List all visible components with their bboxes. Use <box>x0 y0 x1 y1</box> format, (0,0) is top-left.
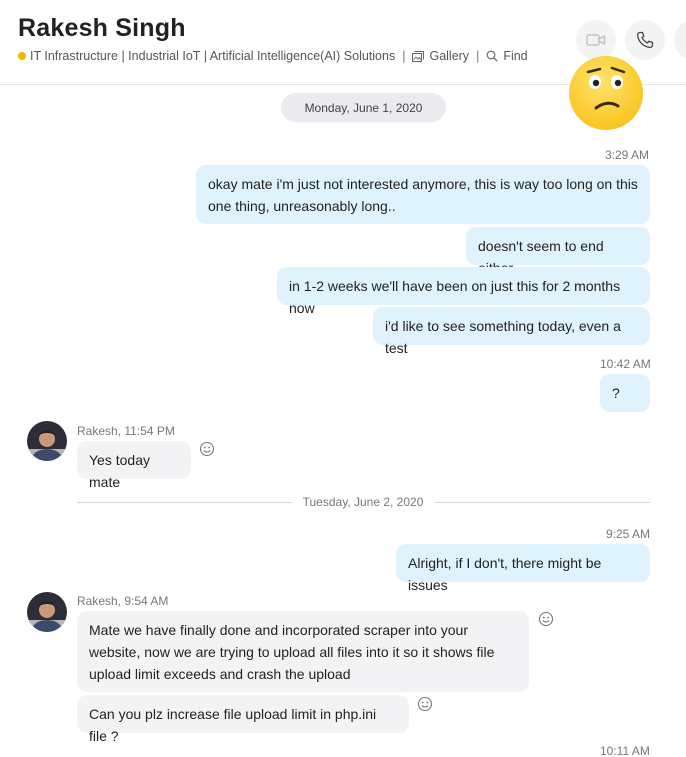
search-icon <box>486 50 498 62</box>
message-timestamp: 10:11 AM <box>600 744 650 757</box>
add-reaction-icon[interactable] <box>417 696 433 712</box>
gallery-icon <box>412 50 425 62</box>
avatar[interactable] <box>27 592 67 632</box>
sender-label: Rakesh, 9:54 AM <box>77 594 169 608</box>
outgoing-message[interactable]: in 1-2 weeks we'll have been on just thi… <box>277 267 650 316</box>
add-reaction-icon[interactable] <box>199 441 215 457</box>
message-timestamp: 10:42 AM <box>600 357 651 371</box>
contact-name[interactable]: Rakesh Singh <box>18 14 186 43</box>
outgoing-message[interactable]: i'd like to see something today, even a … <box>373 307 650 356</box>
avatar-image <box>27 592 67 632</box>
separator: | <box>476 49 480 63</box>
incoming-message[interactable]: Can you plz increase file upload limit i… <box>77 695 409 744</box>
status-indicator <box>18 52 26 60</box>
message-timestamp: 9:25 AM <box>606 527 651 541</box>
date-divider-line <box>77 502 292 503</box>
phone-call-icon <box>636 31 654 49</box>
video-call-icon <box>586 34 606 46</box>
date-divider-label: Tuesday, June 2, 2020 <box>298 495 428 509</box>
find-label: Find <box>503 49 528 63</box>
outgoing-message[interactable]: ? <box>600 374 650 412</box>
sender-label: Rakesh, 11:54 PM <box>77 424 175 438</box>
find-link[interactable]: Find <box>486 49 528 63</box>
gallery-label: Gallery <box>429 49 470 63</box>
message-timestamp: 3:29 AM <box>605 148 650 162</box>
outgoing-message[interactable]: Alright, if I don't, there might be issu… <box>396 544 650 593</box>
separator: | <box>402 49 406 63</box>
incoming-message[interactable]: Mate we have finally done and incorporat… <box>77 611 529 692</box>
avatar-image <box>27 421 67 461</box>
outgoing-message[interactable]: doesn't seem to end either <box>466 227 650 276</box>
add-reaction-icon[interactable] <box>538 611 554 627</box>
outgoing-message[interactable]: okay mate i'm just not interested anymor… <box>196 165 650 224</box>
contact-subline: IT Infrastructure | Industrial IoT | Art… <box>18 49 528 63</box>
confused-emoji-icon <box>569 56 643 130</box>
incoming-message[interactable]: Yes today mate <box>77 441 191 490</box>
contact-mood: IT Infrastructure | Industrial IoT | Art… <box>30 49 396 63</box>
more-button[interactable] <box>674 20 686 60</box>
date-divider-line <box>434 502 650 503</box>
gallery-link[interactable]: Gallery <box>412 49 469 63</box>
avatar[interactable] <box>27 421 67 461</box>
date-separator-pill: Monday, June 1, 2020 <box>281 93 446 122</box>
